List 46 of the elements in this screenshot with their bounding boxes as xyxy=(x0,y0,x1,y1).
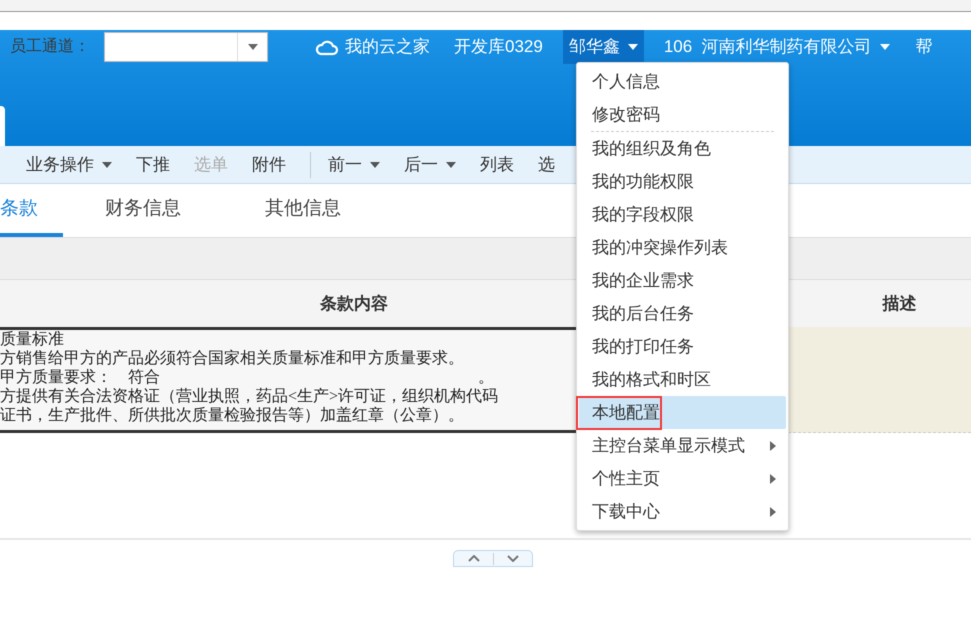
menu-item[interactable]: 我的功能权限 xyxy=(579,165,786,198)
clause-line: 证书，生产批件、所供批次质量检验报告等）加盖红章（公章）。 xyxy=(0,407,464,424)
tab-edge xyxy=(0,106,5,146)
submenu-arrow-icon xyxy=(770,474,776,484)
toolbar-button[interactable]: 选 xyxy=(538,152,555,178)
caret-icon xyxy=(628,44,638,50)
toolbar-button[interactable]: 后一 xyxy=(404,152,456,178)
caret-icon xyxy=(370,162,380,168)
menu-item[interactable]: 主控台菜单显示模式 xyxy=(579,429,786,462)
menu-item[interactable]: 个性主页 xyxy=(579,462,786,495)
column-header: 描述 xyxy=(882,292,916,315)
tab[interactable]: 其他信息 xyxy=(223,185,383,237)
menu-item[interactable]: 本地配置 xyxy=(579,396,786,429)
menu-item[interactable]: 我的组织及角色 xyxy=(579,132,786,165)
punctuation-mark: 。 xyxy=(478,368,494,387)
chevron-down-icon xyxy=(507,555,519,562)
caret-icon xyxy=(248,44,258,50)
column-header: 条款内容 xyxy=(320,292,388,315)
submenu-arrow-icon xyxy=(770,440,776,450)
clause-line: 方提供有关合法资格证（营业执照，药品<生产>许可证，组织机构代码 xyxy=(0,388,498,405)
collapse-toggle[interactable] xyxy=(453,550,533,567)
chevron-up-icon xyxy=(468,555,480,562)
menu-item[interactable]: 我的格式和时区 xyxy=(579,363,786,396)
toolbar-button[interactable]: 附件 xyxy=(252,152,286,178)
toolbar-button[interactable]: 业务操作 xyxy=(26,152,112,178)
clause-line: 甲方质量要求： 符合 xyxy=(0,369,160,386)
menu-item[interactable]: 我的打印任务 xyxy=(579,330,786,363)
submenu-arrow-icon xyxy=(770,506,776,516)
menu-item[interactable]: 个人信息 xyxy=(579,65,786,98)
menu-item[interactable]: 修改密码 xyxy=(579,98,786,131)
clause-line: 方销售给甲方的产品必须符合国家相关质量标准和甲方质量要求。 xyxy=(0,350,464,367)
menu-item[interactable]: 下载中心 xyxy=(579,495,786,528)
menu-item[interactable]: 我的后台任务 xyxy=(579,297,786,330)
menu-item[interactable]: 我的企业需求 xyxy=(579,264,786,297)
menu-item[interactable]: 我的冲突操作列表 xyxy=(579,231,786,264)
caret-icon xyxy=(446,162,456,168)
channel-label: 员工通道： xyxy=(10,36,90,57)
user-menu-button[interactable]: 邹华鑫 xyxy=(562,30,644,64)
caret-icon xyxy=(102,162,112,168)
toolbar-button[interactable]: 前一 xyxy=(328,152,380,178)
toolbar-button[interactable]: 列表 xyxy=(480,152,514,178)
toolbar-button[interactable]: 下推 xyxy=(136,152,170,178)
menu-item[interactable]: 我的字段权限 xyxy=(579,198,786,231)
clause-line: 质量标准 xyxy=(0,331,64,348)
tab[interactable]: 财务信息 xyxy=(63,185,223,237)
caret-icon xyxy=(880,44,890,50)
